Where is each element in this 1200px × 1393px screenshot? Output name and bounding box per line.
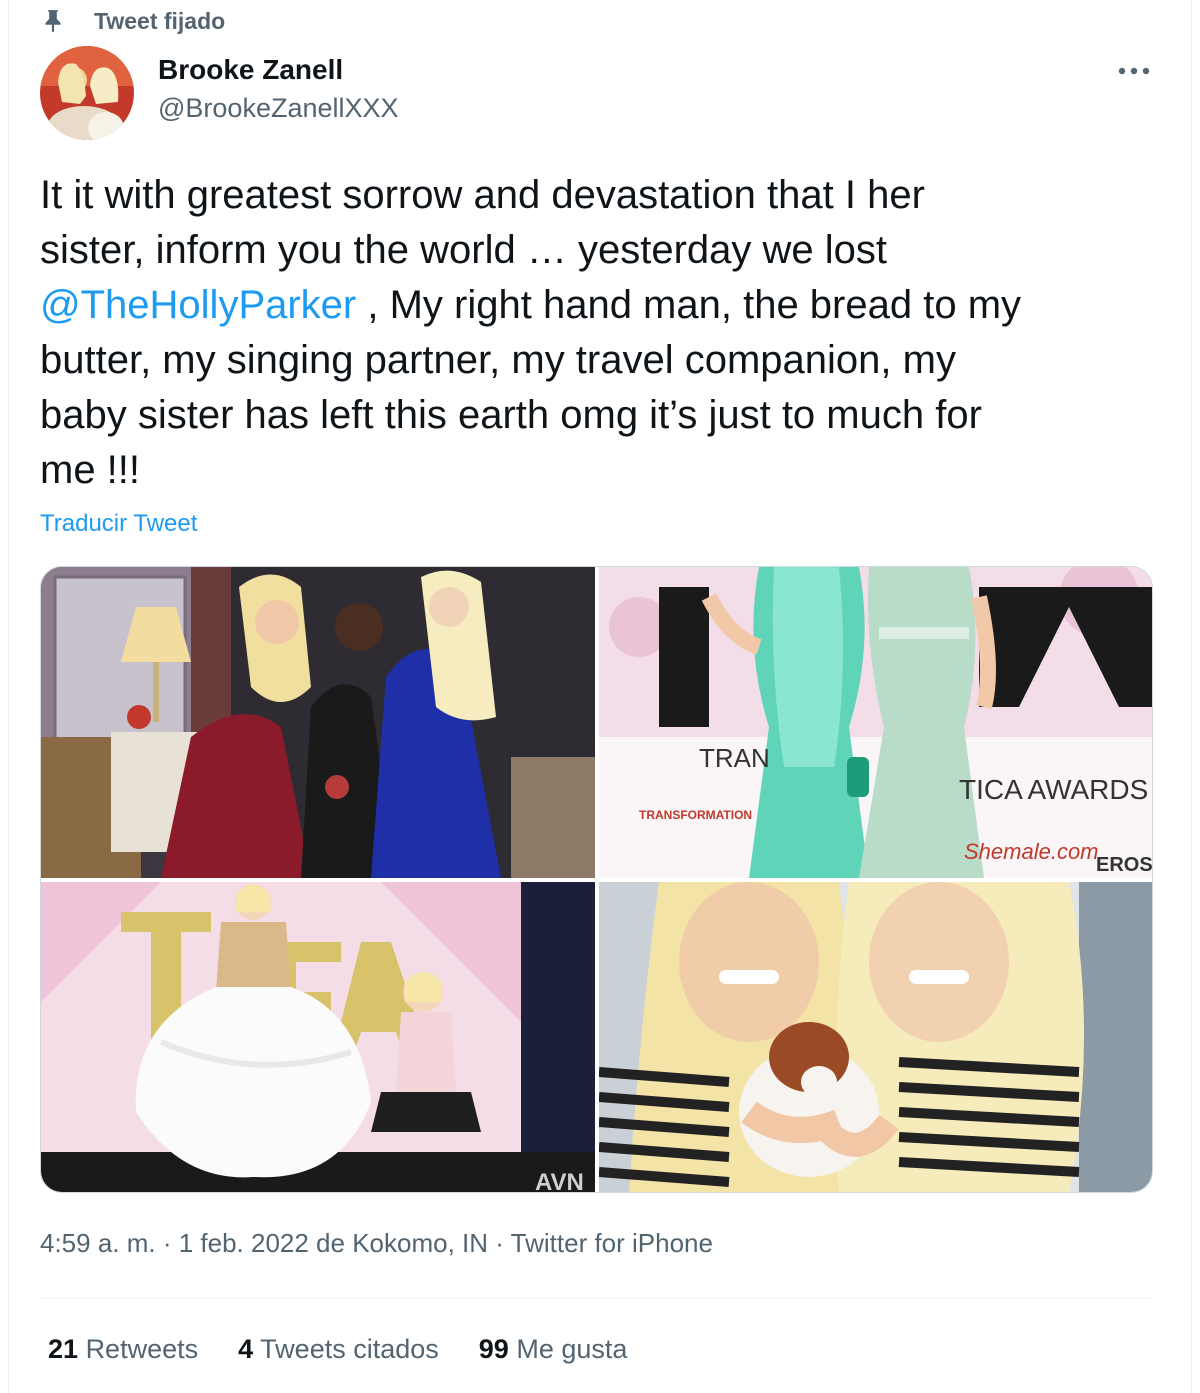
more-icon <box>1118 67 1150 75</box>
likes-stat[interactable]: 99 Me gusta <box>479 1334 628 1365</box>
watermark-text: AVN <box>535 1169 584 1193</box>
mention-link[interactable]: @TheHollyParker <box>40 283 356 327</box>
translate-tweet-link[interactable]: Traducir Tweet <box>40 510 197 538</box>
divider <box>40 1298 1153 1299</box>
pinned-label: Tweet fijado <box>94 7 226 34</box>
photo-image <box>599 882 1152 1192</box>
stat-count: 99 <box>478 1334 509 1364</box>
media-grid: TRAN TICA AWARDS TRANSFORMATION Shemale.… <box>40 566 1153 1193</box>
pin-icon <box>45 10 61 32</box>
author-name[interactable]: Brooke Zanell <box>158 54 343 86</box>
quote-tweets-stat[interactable]: 4 Tweets citados <box>238 1334 439 1365</box>
stat-label: Tweets citados <box>260 1334 439 1364</box>
media-photo-2[interactable]: TRAN TICA AWARDS TRANSFORMATION Shemale.… <box>599 567 1153 878</box>
tweet-line-rest: , My right hand man, the bread to my <box>356 283 1022 327</box>
sponsor-text: EROS <box>1096 854 1153 876</box>
media-photo-4[interactable] <box>599 882 1152 1192</box>
tweet-line: me !!! <box>40 448 141 492</box>
tweet-line: @TheHollyParker , My right hand man, the… <box>40 278 1170 333</box>
stat-label: Retweets <box>85 1334 199 1364</box>
tweet-timestamp[interactable]: 4:59 a. m. · 1 feb. 2022 de Kokomo, IN ·… <box>40 1228 713 1259</box>
retweets-stat[interactable]: 21 Retweets <box>48 1334 198 1365</box>
stat-count: 4 <box>238 1334 254 1364</box>
stat-label: Me gusta <box>516 1334 628 1364</box>
avatar[interactable] <box>40 46 134 140</box>
sponsor-text: TRANSFORMATION <box>639 808 752 822</box>
pinned-indicator: Tweet fijado <box>40 6 225 36</box>
sponsor-text: Shemale.com <box>964 839 1099 864</box>
tweet-line: baby sister has left this earth omg it’s… <box>40 393 982 437</box>
tweet-line: It it with greatest sorrow and devastati… <box>40 173 925 217</box>
media-photo-1[interactable] <box>41 567 595 878</box>
author-handle[interactable]: @BrookeZanellXXX <box>158 93 399 124</box>
photo-image: AVN <box>41 882 595 1193</box>
more-options-button[interactable] <box>1112 56 1156 86</box>
tweet-text: It it with greatest sorrow and devastati… <box>40 168 1170 498</box>
sign-text-left: TRAN <box>699 743 770 773</box>
sign-text-right: TICA AWARDS <box>959 774 1148 805</box>
tweet-line: sister, inform you the world … yesterday… <box>40 228 887 272</box>
tweet-line: butter, my singing partner, my travel co… <box>40 338 956 382</box>
media-photo-3[interactable]: AVN <box>41 882 595 1193</box>
avatar-photo <box>40 46 134 140</box>
tweet-stats: 21 Retweets 4 Tweets citados 99 Me gusta <box>48 1334 667 1365</box>
photo-image <box>41 567 595 878</box>
photo-image: TRAN TICA AWARDS TRANSFORMATION Shemale.… <box>599 567 1153 878</box>
stat-count: 21 <box>48 1334 79 1364</box>
